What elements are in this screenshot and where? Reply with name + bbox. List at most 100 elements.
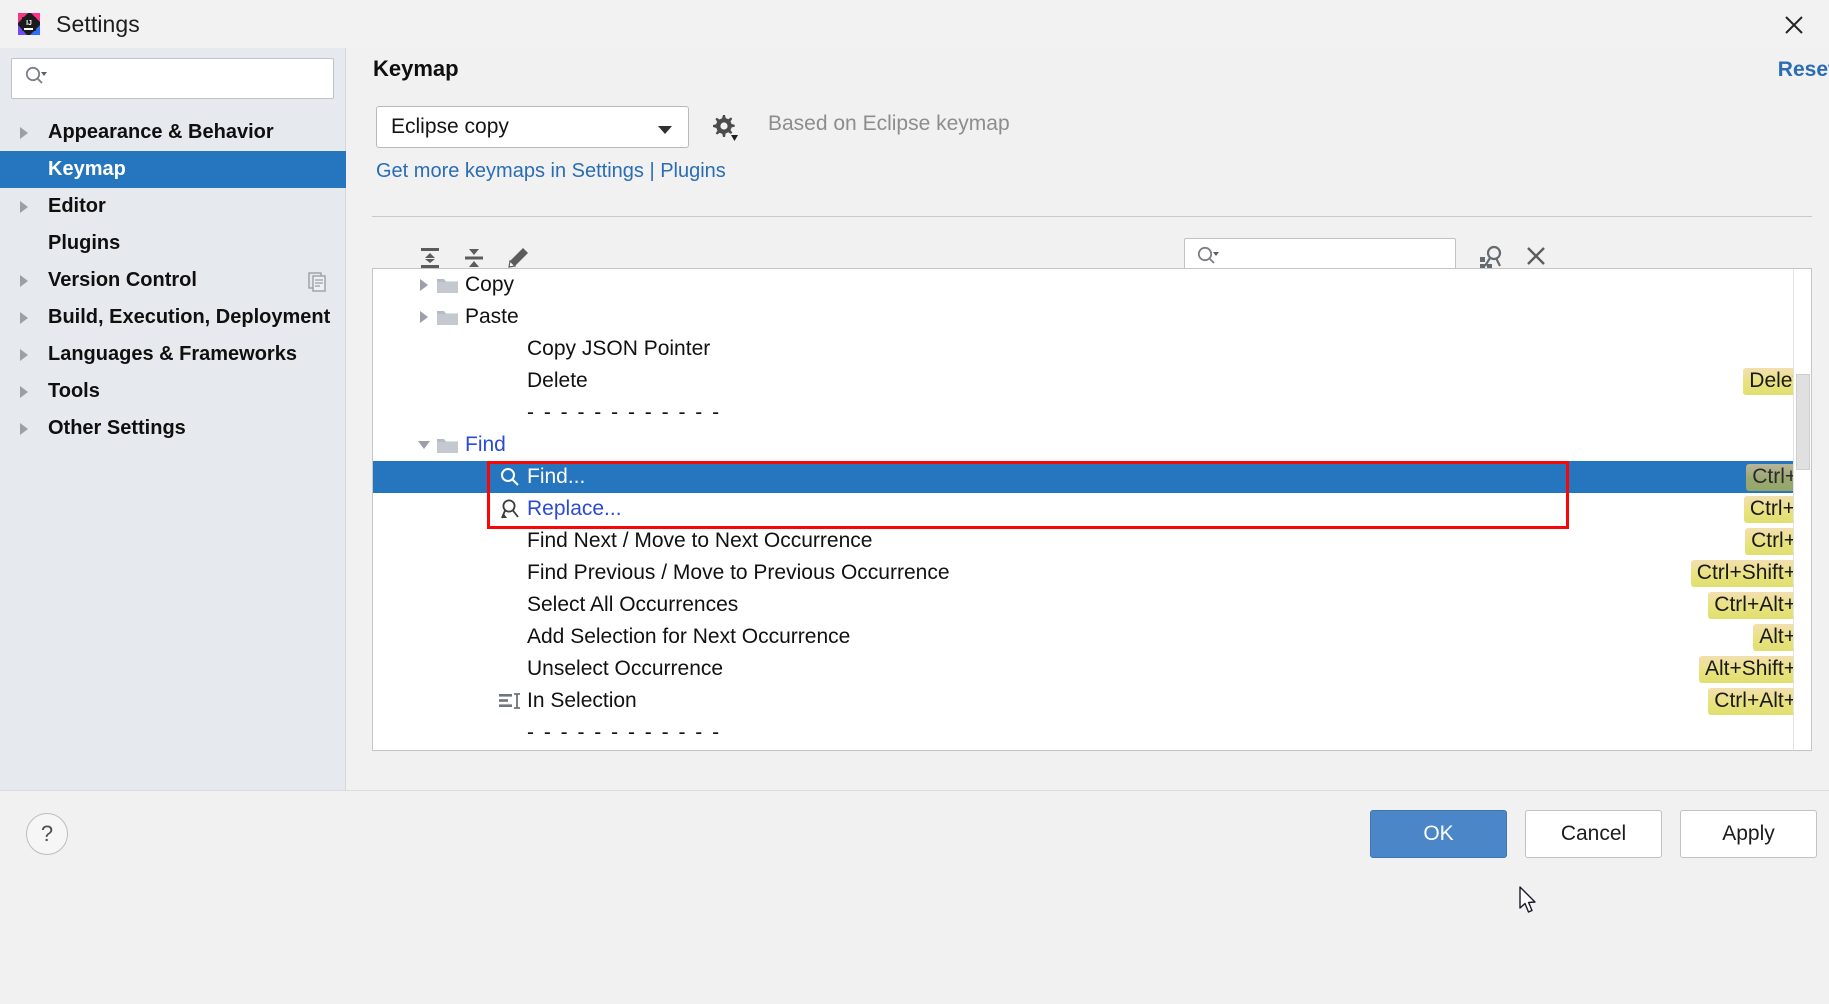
sidebar-item-label: Plugins (48, 232, 121, 254)
keymap-dropdown[interactable]: Eclipse copy (376, 106, 689, 148)
chevron-right-icon[interactable] (0, 309, 48, 327)
tree-row[interactable]: Delete Delete (373, 365, 1811, 397)
tree-row[interactable]: Find (373, 429, 1811, 461)
window-title-bar: IJ Settings (0, 0, 1829, 49)
chevron-right-icon[interactable] (413, 274, 435, 296)
tree-row[interactable]: Find... Ctrl+F (373, 461, 1811, 493)
get-more-keymaps-link[interactable]: Get more keymaps in Settings | Plugins (376, 160, 726, 183)
sidebar-item-build-execution-deployment[interactable]: Build, Execution, Deployment (0, 299, 346, 336)
tree-separator: - - - - - - - - - - - - (527, 721, 722, 744)
folder-icon (435, 274, 461, 296)
tree-row-label: Copy JSON Pointer (527, 337, 711, 360)
chevron-right-icon[interactable] (0, 124, 48, 142)
chevron-right-icon[interactable] (0, 420, 48, 438)
tree-row[interactable]: Copy JSON Pointer (373, 333, 1811, 365)
folder-icon (435, 306, 461, 328)
sidebar-item-label: Version Control (48, 269, 197, 291)
sidebar-item-label: Appearance & Behavior (48, 121, 274, 143)
tree-icon-spacer (497, 658, 523, 680)
window-title: Settings (56, 10, 140, 37)
find-icon (497, 466, 523, 488)
sidebar-item-appearance-behavior[interactable]: Appearance & Behavior (0, 114, 346, 151)
tree-row[interactable]: - - - - - - - - - - - - (373, 717, 1811, 749)
sidebar-item-version-control[interactable]: Version Control (0, 262, 346, 299)
tree-row[interactable]: Unselect Occurrence Alt+Shift+Y (373, 653, 1811, 685)
intellij-idea-icon: IJ (16, 11, 42, 37)
sidebar-item-other-settings[interactable]: Other Settings (0, 410, 346, 447)
tree-row-label: Replace... (527, 497, 622, 520)
sidebar-search-input[interactable] (11, 58, 334, 99)
sidebar-item-editor[interactable]: Editor (0, 188, 346, 225)
tree-row-label: Find (465, 433, 506, 456)
reset-link[interactable]: Reset (1778, 58, 1829, 82)
tree-row[interactable]: Add Selection for Next Occurrence Alt+Y (373, 621, 1811, 653)
sidebar-item-label: Tools (48, 380, 100, 402)
replace-icon (497, 498, 523, 520)
svg-text:IJ: IJ (26, 20, 32, 27)
sidebar-item-tools[interactable]: Tools (0, 373, 346, 410)
tree-scrollbar-thumb[interactable] (1796, 374, 1810, 470)
apply-button[interactable]: Apply (1680, 810, 1817, 858)
tree-icon-spacer (497, 626, 523, 648)
help-button[interactable]: ? (26, 813, 68, 855)
tree-row[interactable]: Paste (373, 301, 1811, 333)
sidebar-item-list: Appearance & Behavior Keymap Editor Plugins… (0, 114, 346, 447)
chevron-down-icon[interactable] (413, 434, 435, 456)
tree-scrollbar[interactable] (1793, 269, 1811, 750)
search-dropdown-icon (24, 65, 48, 92)
chevron-right-icon[interactable] (413, 306, 435, 328)
in-selection-icon (497, 690, 523, 712)
tree-row[interactable]: Find Next / Move to Next Occurrence Ctrl+… (373, 525, 1811, 557)
tree-row[interactable]: In Selection Ctrl+Alt+E (373, 685, 1811, 717)
sidebar-item-languages-frameworks[interactable]: Languages & Frameworks (0, 336, 346, 373)
settings-sidebar: Appearance & Behavior Keymap Editor Plugins… (0, 48, 346, 790)
tree-icon-spacer (497, 402, 523, 424)
gear-dropdown-icon[interactable] (708, 112, 740, 144)
sidebar-item-label: Languages & Frameworks (48, 343, 297, 365)
based-on-label: Based on Eclipse keymap (768, 112, 1010, 135)
tree-row-label: Unselect Occurrence (527, 657, 724, 680)
tree-icon-spacer (497, 562, 523, 584)
sidebar-item-label: Other Settings (48, 417, 186, 439)
sidebar-item-label: Build, Execution, Deployment (48, 306, 331, 328)
keymap-dropdown-value: Eclipse copy (391, 115, 509, 138)
chevron-down-icon (656, 123, 674, 141)
page-title: Keymap (373, 56, 459, 81)
chevron-right-icon[interactable] (0, 198, 48, 216)
sidebar-item-keymap[interactable]: Keymap (0, 151, 346, 188)
tree-icon-spacer (497, 594, 523, 616)
tree-row-label: Add Selection for Next Occurrence (527, 625, 851, 648)
tree-row-label: In Selection (527, 689, 637, 712)
cancel-button[interactable]: Cancel (1525, 810, 1662, 858)
tree-row[interactable]: Select All Occurrences Ctrl+Alt+Y (373, 589, 1811, 621)
ok-button[interactable]: OK (1370, 810, 1507, 858)
tree-icon-spacer (497, 338, 523, 360)
chevron-right-icon[interactable] (0, 272, 48, 290)
chevron-right-icon[interactable] (0, 346, 48, 364)
chevron-right-icon[interactable] (0, 383, 48, 401)
tree-row-label: Paste (465, 305, 519, 328)
tree-icon-spacer (497, 722, 523, 744)
close-icon[interactable] (1773, 4, 1815, 46)
tree-row-label: Find Next / Move to Next Occurrence (527, 529, 873, 552)
tree-row-label: Copy (465, 273, 515, 296)
tree-row[interactable]: - - - - - - - - - - - - (373, 397, 1811, 429)
tree-row[interactable]: Find Previous / Move to Previous Occurre… (373, 557, 1811, 589)
tree-row[interactable]: Copy (373, 269, 1811, 301)
tree-row-label: Find Previous / Move to Previous Occurre… (527, 561, 950, 584)
sidebar-item-plugins[interactable]: Plugins (0, 225, 346, 262)
tree-row[interactable]: Replace... Ctrl+R (373, 493, 1811, 525)
keymap-action-tree[interactable]: Copy Paste Copy JSON Pointer Delete Delete - … (372, 268, 1812, 751)
